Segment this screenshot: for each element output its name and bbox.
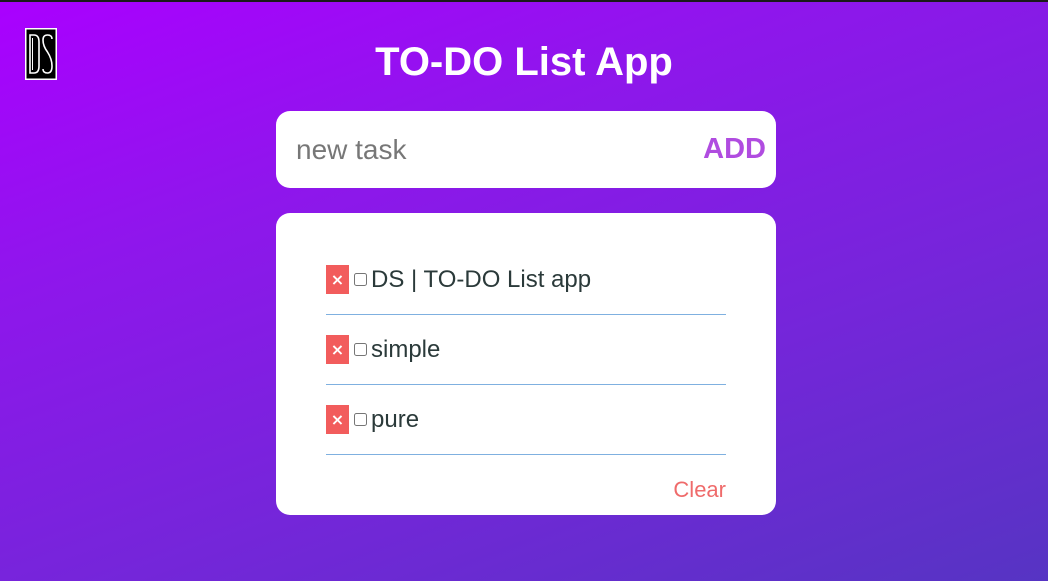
- new-task-form: ADD: [276, 111, 776, 188]
- new-task-input[interactable]: [296, 111, 686, 188]
- task-label: DS | TO-DO List app: [371, 265, 592, 293]
- task-list-card: × DS | TO-DO List app × simple × pure Cl…: [276, 213, 776, 515]
- task-list: × DS | TO-DO List app × simple × pure: [326, 245, 726, 455]
- task-label: pure: [371, 405, 420, 433]
- app-title: TO-DO List App: [375, 40, 673, 84]
- task-item: × simple: [326, 315, 726, 385]
- task-checkbox[interactable]: [354, 273, 367, 286]
- task-item: × pure: [326, 385, 726, 455]
- task-item: × DS | TO-DO List app: [326, 245, 726, 315]
- add-button[interactable]: ADD: [703, 111, 766, 188]
- delete-task-button[interactable]: ×: [326, 335, 349, 364]
- task-label: simple: [371, 335, 441, 363]
- delete-task-button[interactable]: ×: [326, 265, 349, 294]
- clear-button[interactable]: Clear: [673, 477, 726, 503]
- task-checkbox[interactable]: [354, 343, 367, 356]
- delete-task-button[interactable]: ×: [326, 405, 349, 434]
- task-checkbox[interactable]: [354, 413, 367, 426]
